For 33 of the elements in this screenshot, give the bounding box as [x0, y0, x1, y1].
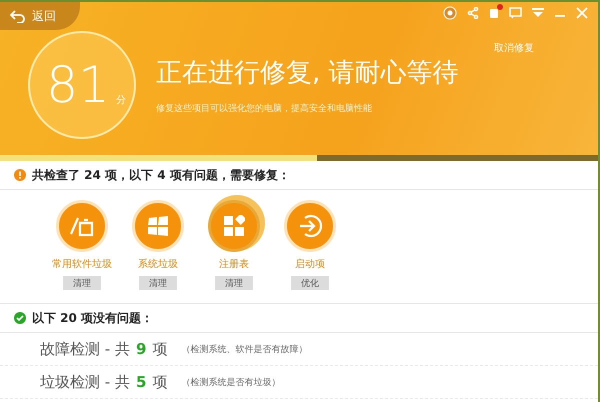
problems-heading: 共检查了 24 项，以下 4 项有问题，需要修复： [32, 166, 290, 184]
action-button[interactable]: 清理 [139, 276, 177, 290]
item-label: 系统垃圾 [138, 258, 178, 271]
message-icon[interactable] [509, 7, 522, 19]
check-unit: 项 [152, 340, 168, 358]
windows-icon [146, 215, 170, 237]
action-button[interactable]: 清理 [63, 276, 101, 290]
item-label: 常用软件垃圾 [52, 258, 112, 271]
menu-icon[interactable] [532, 7, 544, 19]
share-icon[interactable] [467, 7, 479, 19]
status-title: 正在进行修复, 请耐心等待 [156, 57, 460, 90]
action-button[interactable]: 清理 [215, 276, 253, 290]
check-count: 9 [136, 340, 146, 358]
check-count: 5 [136, 373, 146, 391]
ok-heading: 以下 20 项没有问题： [32, 310, 154, 326]
check-name: 故障检测 - 共 [40, 340, 130, 358]
score-unit: 分 [116, 94, 126, 107]
back-arrow-icon [10, 9, 26, 23]
check-note: （检测系统是否有垃圾） [181, 376, 280, 388]
check-note: （检测系统、软件是否有故障） [181, 344, 308, 356]
score-value: 81 [46, 60, 110, 110]
check-name: 垃圾检测 - 共 [40, 372, 130, 392]
action-button[interactable]: 优化 [291, 276, 329, 290]
grid-icon [223, 215, 245, 237]
close-icon[interactable] [576, 7, 588, 19]
status-subtitle: 修复这些项目可以强化您的电脑，提高安全和电脑性能 [156, 102, 373, 115]
item-label: 启动项 [295, 258, 325, 271]
item-label: 注册表 [219, 258, 249, 271]
check-unit: 项 [152, 372, 168, 392]
enter-arrow-icon [297, 213, 323, 239]
check-icon [14, 312, 26, 324]
back-button[interactable]: 返回 [0, 2, 80, 30]
warning-icon [14, 169, 26, 181]
